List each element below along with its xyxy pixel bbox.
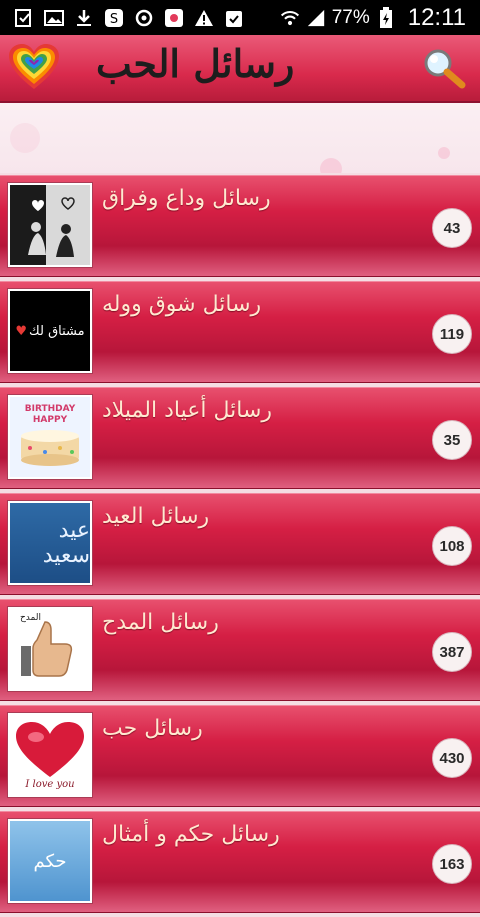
image-icon [44, 8, 64, 28]
wifi-icon [280, 8, 300, 28]
list-item[interactable]: BIRTHDAY HAPPY رسائل أعياد الميلاد 35 [0, 387, 480, 489]
category-list: رسائل وداع وفراق 43 مشتاق لك ♥ رسائل شوق … [0, 175, 480, 917]
download-icon [74, 8, 94, 28]
app-bar: رسائل الحب [0, 35, 480, 103]
warning-icon [194, 8, 214, 28]
category-title: رسائل المدح [102, 610, 219, 635]
battery-percentage: 77% [331, 6, 370, 28]
item-count-badge: 430 [432, 738, 472, 778]
item-count-badge: 35 [432, 420, 472, 460]
thumb-caption: BIRTHDAY HAPPY [24, 404, 76, 425]
category-title: رسائل وداع وفراق [102, 186, 271, 211]
list-item[interactable]: المدح رسائل المدح 387 [0, 599, 480, 701]
thumb-caption: المدح [20, 613, 41, 623]
thumb-caption: I love you [25, 778, 75, 790]
clock: 12:11 [407, 3, 466, 31]
item-count-badge: 387 [432, 632, 472, 672]
category-title: رسائل أعياد الميلاد [102, 398, 273, 423]
notification-icons: S [0, 8, 244, 28]
list-item[interactable]: رسائل وداع وفراق 43 [0, 175, 480, 277]
system-status: 77% 12:11 [280, 4, 480, 32]
item-count-badge: 163 [432, 844, 472, 884]
signal-icon [306, 8, 326, 28]
ad-banner [0, 103, 480, 173]
category-title: رسائل العيد [102, 504, 210, 529]
list-item[interactable]: I love you رسائل حب 430 [0, 705, 480, 807]
rainbow-heart-icon[interactable] [8, 43, 60, 91]
sad-couple-image [7, 182, 93, 268]
clipboard-icon [224, 8, 244, 28]
wisdom-image: حكم [7, 818, 93, 904]
birthday-cake-image: BIRTHDAY HAPPY [7, 394, 93, 480]
download-check-icon [14, 8, 34, 28]
sync-icon [134, 8, 154, 28]
battery-charging-icon [376, 6, 396, 28]
s-app-icon: S [104, 8, 124, 28]
svg-text:S: S [110, 12, 118, 27]
love-heart-image: I love you [7, 712, 93, 798]
search-button[interactable] [420, 45, 466, 91]
eid-saeed-image: عيد سعيد [7, 500, 93, 586]
mishtaq-lak-image: مشتاق لك ♥ [7, 288, 93, 374]
photo-app-icon [164, 8, 184, 28]
search-icon [424, 49, 466, 89]
status-bar: S 77% 12:11 [0, 0, 480, 35]
app-title: رسائل الحب [96, 41, 295, 86]
item-count-badge: 108 [432, 526, 472, 566]
list-item[interactable]: حكم رسائل حكم و أمثال 163 [0, 811, 480, 913]
thumbs-up-image: المدح [7, 606, 93, 692]
list-item[interactable]: مشتاق لك ♥ رسائل شوق ووله 119 [0, 281, 480, 383]
item-count-badge: 43 [432, 208, 472, 248]
category-title: رسائل شوق ووله [102, 292, 262, 317]
category-title: رسائل حب [102, 716, 203, 741]
item-count-badge: 119 [432, 314, 472, 354]
thumb-caption: مشتاق لك [29, 323, 85, 339]
category-title: رسائل حكم و أمثال [102, 822, 280, 847]
list-item[interactable]: عيد سعيد رسائل العيد 108 [0, 493, 480, 595]
thumb-caption: عيد سعيد [42, 518, 90, 568]
